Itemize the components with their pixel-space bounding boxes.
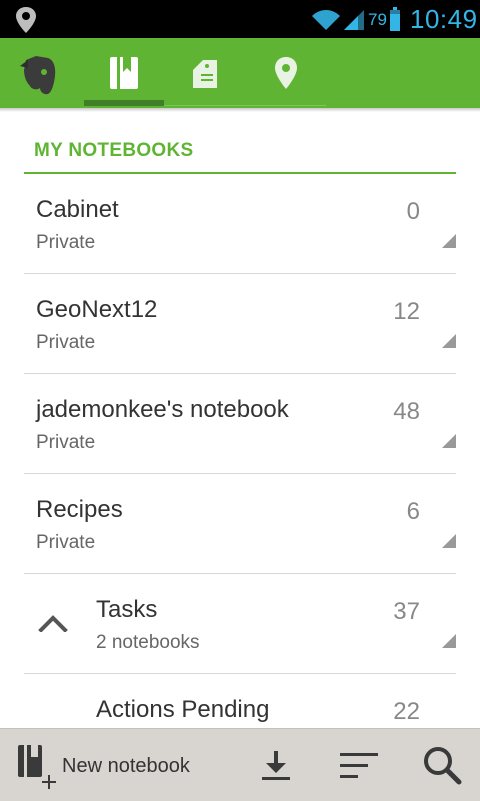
new-notebook-icon[interactable] xyxy=(16,743,60,789)
notebook-name: Actions Pending xyxy=(96,696,270,723)
note-count: 37 xyxy=(393,598,420,625)
notebook-subtitle: Private xyxy=(36,232,96,253)
tag-icon xyxy=(193,60,217,88)
notebook-list: Cabinet Private 0 GeoNext12 Private 12 j… xyxy=(0,174,480,773)
corner-menu-indicator[interactable] xyxy=(442,234,456,248)
notebook-name: Tasks xyxy=(96,596,158,623)
tab-tags[interactable] xyxy=(164,38,244,108)
notebook-row-recipes[interactable]: Recipes Private 6 xyxy=(24,474,456,574)
clock: 10:49 xyxy=(410,4,478,34)
new-notebook-button[interactable]: New notebook xyxy=(62,755,190,778)
notebook-row-cabinet[interactable]: Cabinet Private 0 xyxy=(24,174,456,274)
note-count: 48 xyxy=(393,398,420,425)
map-pin-icon xyxy=(275,57,297,89)
notebook-subtitle: 2 notebooks xyxy=(96,632,200,653)
notebook-stack-tasks[interactable]: Tasks 2 notebooks 37 xyxy=(24,574,456,674)
note-count: 12 xyxy=(393,298,420,325)
notebook-name: Cabinet xyxy=(36,196,119,223)
download-icon[interactable] xyxy=(260,749,292,781)
section-title: MY NOTEBOOKS xyxy=(34,140,194,161)
notebook-icon xyxy=(110,57,138,89)
location-icon xyxy=(16,7,36,33)
active-tab-indicator xyxy=(84,100,164,106)
corner-menu-indicator[interactable] xyxy=(442,434,456,448)
notebook-subtitle: Private xyxy=(36,432,96,453)
tab-notebooks[interactable] xyxy=(84,38,164,108)
note-count: 22 xyxy=(393,698,420,725)
sort-icon[interactable] xyxy=(340,751,380,781)
battery-percent: 79 xyxy=(368,10,387,29)
tab-places[interactable] xyxy=(246,38,326,108)
notebook-name: jademonkee's notebook xyxy=(36,396,289,423)
notebook-name: Recipes xyxy=(36,496,123,523)
bottom-action-bar: New notebook xyxy=(0,728,480,801)
notebook-row-jademonkee[interactable]: jademonkee's notebook Private 48 xyxy=(24,374,456,474)
wifi-icon xyxy=(312,10,340,30)
app-header xyxy=(0,38,480,108)
notebook-row-geonext12[interactable]: GeoNext12 Private 12 xyxy=(24,274,456,374)
evernote-elephant-icon[interactable] xyxy=(18,54,58,96)
header-shadow xyxy=(0,108,480,112)
notebook-name: GeoNext12 xyxy=(36,296,158,323)
corner-menu-indicator[interactable] xyxy=(442,334,456,348)
chevron-up-icon[interactable] xyxy=(38,614,68,632)
signal-icon xyxy=(344,10,364,30)
notebook-subtitle: Private xyxy=(36,532,96,553)
notebook-subtitle: Private xyxy=(36,332,96,353)
search-icon[interactable] xyxy=(422,745,462,785)
note-count: 6 xyxy=(406,498,420,525)
battery-icon xyxy=(390,7,400,31)
corner-menu-indicator[interactable] xyxy=(442,534,456,548)
note-count: 0 xyxy=(406,198,420,225)
status-bar: 79 10:49 xyxy=(0,0,480,38)
corner-menu-indicator[interactable] xyxy=(442,634,456,648)
tab-baseline xyxy=(164,105,326,106)
